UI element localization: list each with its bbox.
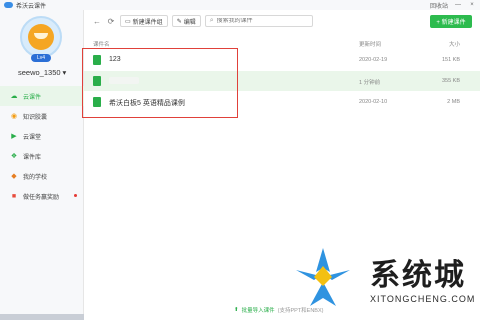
file-size: 151 KB xyxy=(441,57,460,63)
toolbar: ← ⟳ ▭ 新建课件组 ✎ 编辑 ⌕ + 新建课件 xyxy=(84,10,480,32)
search-input[interactable] xyxy=(216,18,307,24)
username: seewo_1350 xyxy=(18,68,61,77)
new-group-label: 新建课件组 xyxy=(132,19,163,26)
recycle-bin-link[interactable]: 回收站 xyxy=(430,1,448,10)
sidebar-item-label: 云课件 xyxy=(23,94,42,101)
file-date: 1 分钟前 xyxy=(359,80,381,86)
app-logo-icon xyxy=(4,2,13,8)
file-size: 2 MB xyxy=(447,99,460,105)
edit-icon: ✎ xyxy=(176,18,182,25)
watermark-logo-icon xyxy=(296,248,350,306)
gift-icon: ■ xyxy=(11,192,17,200)
notification-dot xyxy=(74,194,77,197)
cloud-icon: ☁ xyxy=(10,93,18,100)
file-size: 355 KB xyxy=(441,78,460,84)
title-bar: 希沃云课件 回收站 — × xyxy=(0,0,480,10)
capsule-icon: ◉ xyxy=(10,113,18,120)
window-title: 希沃云课件 xyxy=(16,3,47,10)
sidebar-item-cloud-courseware[interactable]: ☁ 云课件 xyxy=(0,86,84,106)
column-size-header[interactable]: 大小 xyxy=(449,40,460,48)
new-courseware-button[interactable]: + 新建课件 xyxy=(430,15,472,28)
file-date: 2020-02-19 xyxy=(359,57,388,63)
avatar[interactable] xyxy=(20,16,62,58)
back-arrow-icon[interactable]: ← xyxy=(92,16,102,26)
sidebar-item-knowledge-capsule[interactable]: ◉ 知识胶囊 xyxy=(0,106,84,126)
chevron-down-icon: ▾ xyxy=(62,68,67,77)
sidebar-item-courseware-library[interactable]: ❖ 课件库 xyxy=(0,146,84,166)
column-name-header[interactable]: 课件名 xyxy=(93,40,110,48)
sidebar-item-cloud-class[interactable]: ▶ 云课堂 xyxy=(0,126,84,146)
watermark: 系统城 XITONGCHENG.COM xyxy=(290,244,480,320)
sidebar-nav: ☁ 云课件 ◉ 知识胶囊 ▶ 云课堂 ❖ 课件库 ◆ 我的学校 ■ 做任务赢奖励 xyxy=(0,86,84,206)
sidebar-item-label: 我的学校 xyxy=(23,174,48,181)
import-icon: ⬆ xyxy=(234,307,239,313)
library-icon: ❖ xyxy=(10,153,18,160)
sidebar-item-tasks-rewards[interactable]: ■ 做任务赢奖励 xyxy=(0,186,84,206)
annotation-highlight-box xyxy=(82,48,238,118)
sidebar: Lv4 seewo_1350 ▾ ☁ 云课件 ◉ 知识胶囊 ▶ 云课堂 ❖ 课件… xyxy=(0,10,84,320)
edit-label: 编辑 xyxy=(183,19,196,26)
close-button[interactable]: × xyxy=(468,1,476,9)
folder-plus-icon: ▭ xyxy=(125,18,131,25)
school-icon: ◆ xyxy=(11,173,17,180)
sidebar-item-my-school[interactable]: ◆ 我的学校 xyxy=(0,166,84,186)
play-icon: ▶ xyxy=(11,133,17,140)
sidebar-item-label: 做任务赢奖励 xyxy=(23,194,60,201)
column-date-header[interactable]: 更新时间 xyxy=(359,40,381,48)
refresh-icon[interactable]: ⟳ xyxy=(106,16,116,26)
sidebar-footer-bar xyxy=(0,314,84,320)
avatar-image xyxy=(28,24,54,50)
batch-import-label: 批量导入课件 xyxy=(241,308,275,314)
sidebar-item-label: 云课堂 xyxy=(23,134,42,141)
title-bar-controls: 回收站 — × xyxy=(430,0,476,10)
sidebar-item-label: 知识胶囊 xyxy=(23,114,48,121)
file-date: 2020-02-10 xyxy=(359,99,388,105)
watermark-subtext: XITONGCHENG.COM xyxy=(370,294,476,304)
username-dropdown[interactable]: seewo_1350 ▾ xyxy=(18,68,66,77)
minimize-button[interactable]: — xyxy=(454,1,462,9)
edit-button[interactable]: ✎ 编辑 xyxy=(171,15,201,27)
level-badge: Lv4 xyxy=(31,54,51,62)
search-box[interactable]: ⌕ xyxy=(204,15,313,27)
search-icon: ⌕ xyxy=(209,17,214,24)
sidebar-item-label: 课件库 xyxy=(23,154,42,161)
new-group-button[interactable]: ▭ 新建课件组 xyxy=(120,15,168,27)
watermark-text: 系统城 xyxy=(370,258,466,293)
